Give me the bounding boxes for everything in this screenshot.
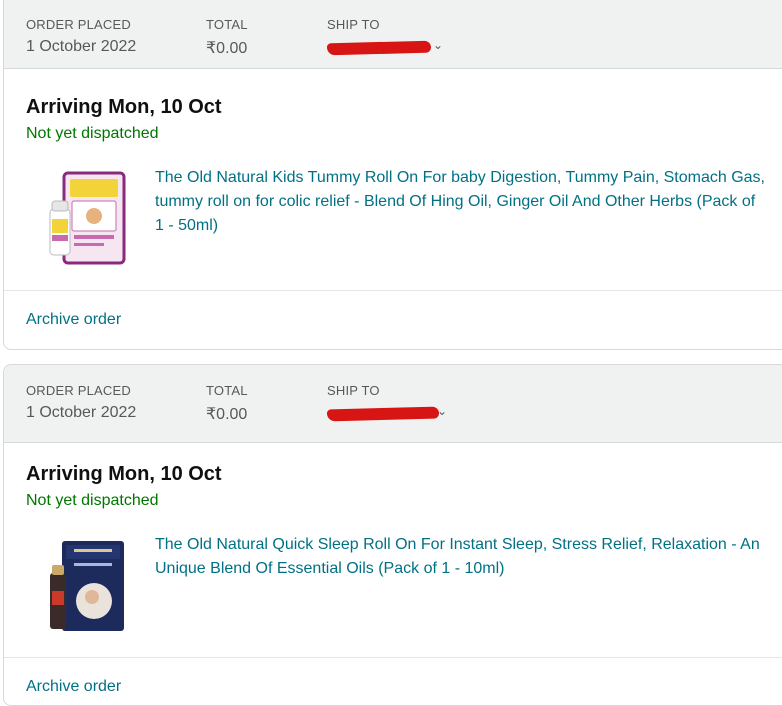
order-header: ORDER PLACED 1 October 2022 TOTAL ₹0.00 … [4,0,782,69]
delivery-heading: Arriving Mon, 10 Oct [26,96,222,118]
order-header: ORDER PLACED 1 October 2022 TOTAL ₹0.00 … [4,365,782,443]
total-column: TOTAL ₹0.00 [206,383,248,424]
total-value: ₹0.00 [206,406,248,423]
chevron-down-icon: ⌄ [433,38,444,52]
redacted-name [326,406,440,422]
ship-to-column: SHIP TO ⌄ [326,383,448,424]
product-image[interactable] [44,535,128,635]
order-placed-label: ORDER PLACED [26,17,131,32]
order-placed-date: 1 October 2022 [26,404,137,421]
ship-to-column: SHIP TO ⌄ [326,17,447,58]
total-label: TOTAL [206,17,248,32]
ship-to-dropdown[interactable]: ⌄ [326,404,448,424]
order-placed-date: 1 October 2022 [26,38,137,55]
archive-order-link[interactable]: Archive order [26,678,121,696]
delivery-heading: Arriving Mon, 10 Oct [26,463,222,485]
product-image[interactable] [44,169,128,269]
order-placed-label: ORDER PLACED [26,383,131,398]
total-column: TOTAL ₹0.00 [206,17,248,58]
product-title-link[interactable]: The Old Natural Kids Tummy Roll On For b… [155,166,767,238]
order-card: ORDER PLACED 1 October 2022 TOTAL ₹0.00 … [3,0,782,350]
divider [4,290,782,291]
shipping-status: Not yet dispatched [26,125,159,142]
redacted-name [326,40,432,56]
order-card: ORDER PLACED 1 October 2022 TOTAL ₹0.00 … [3,364,782,706]
order-placed-column: ORDER PLACED 1 October 2022 [26,17,136,56]
archive-order-link[interactable]: Archive order [26,311,121,329]
total-label: TOTAL [206,383,248,398]
ship-to-dropdown[interactable]: ⌄ [326,38,447,58]
shipping-status: Not yet dispatched [26,492,159,509]
product-title-link[interactable]: The Old Natural Quick Sleep Roll On For … [155,533,767,581]
chevron-down-icon: ⌄ [437,404,448,418]
ship-to-label: SHIP TO [327,383,380,398]
order-placed-column: ORDER PLACED 1 October 2022 [26,383,136,422]
total-value: ₹0.00 [206,40,248,57]
ship-to-label: SHIP TO [327,17,380,32]
divider [4,657,782,658]
